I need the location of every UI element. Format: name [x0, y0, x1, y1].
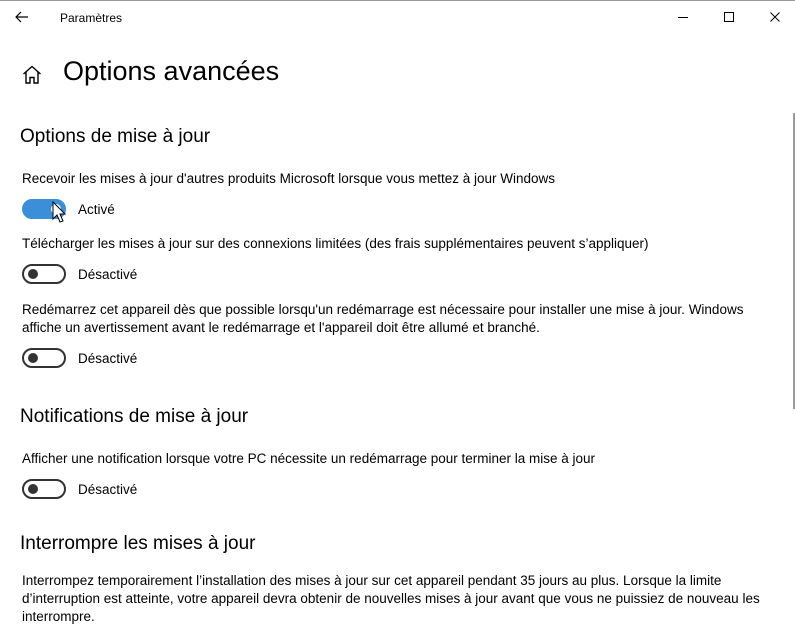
pause-updates-description: Interrompez temporairement l’installatio… [22, 573, 760, 624]
title-bar: Paramètres [0, 1, 795, 34]
toggle-metered-connections[interactable] [22, 264, 66, 284]
minimize-button[interactable] [660, 1, 706, 33]
minimize-icon [678, 17, 688, 18]
option-label-other-products: Recevoir les mises à jour d'autres produ… [22, 171, 556, 186]
toggle-state-label: Désactivé [78, 350, 138, 366]
section-title-update-notifications: Notifications de mise à jour [20, 406, 249, 427]
maximize-icon [724, 12, 734, 22]
toggle-restart-notification[interactable] [22, 479, 66, 499]
settings-window: Paramètres Options avancées Options de m… [0, 0, 795, 631]
toggle-row-metered-connections: Désactivé [22, 263, 137, 285]
home-icon [23, 65, 41, 84]
page-title: Options avancées [63, 56, 280, 86]
toggle-row-other-products: Activé [22, 198, 115, 220]
toggle-row-restart-notification: Désactivé [22, 478, 137, 500]
option-label-metered-connections: Télécharger les mises à jour sur des con… [22, 236, 649, 251]
back-button[interactable] [6, 3, 38, 31]
toggle-state-label: Désactivé [78, 266, 138, 282]
toggle-restart-asap[interactable] [22, 348, 66, 368]
toggle-state-label: Désactivé [78, 481, 138, 497]
section-title-update-options: Options de mise à jour [20, 126, 211, 147]
toggle-state-label: Activé [78, 201, 115, 217]
maximize-button[interactable] [706, 1, 752, 33]
section-title-pause-updates: Interrompre les mises à jour [20, 533, 256, 554]
option-label-restart-notification: Afficher une notification lorsque votre … [22, 451, 596, 466]
close-icon [770, 12, 780, 22]
mouse-cursor-icon [52, 201, 67, 223]
toggle-knob [28, 484, 38, 494]
home-button[interactable] [20, 63, 44, 87]
toggle-row-restart-asap: Désactivé [22, 347, 137, 369]
option-label-restart-asap: Redémarrez cet appareil dès que possible… [22, 302, 744, 335]
toggle-knob [28, 353, 38, 363]
toggle-knob [28, 269, 38, 279]
close-button[interactable] [752, 1, 795, 33]
app-title: Paramètres [60, 11, 123, 25]
back-arrow-icon [15, 11, 28, 23]
